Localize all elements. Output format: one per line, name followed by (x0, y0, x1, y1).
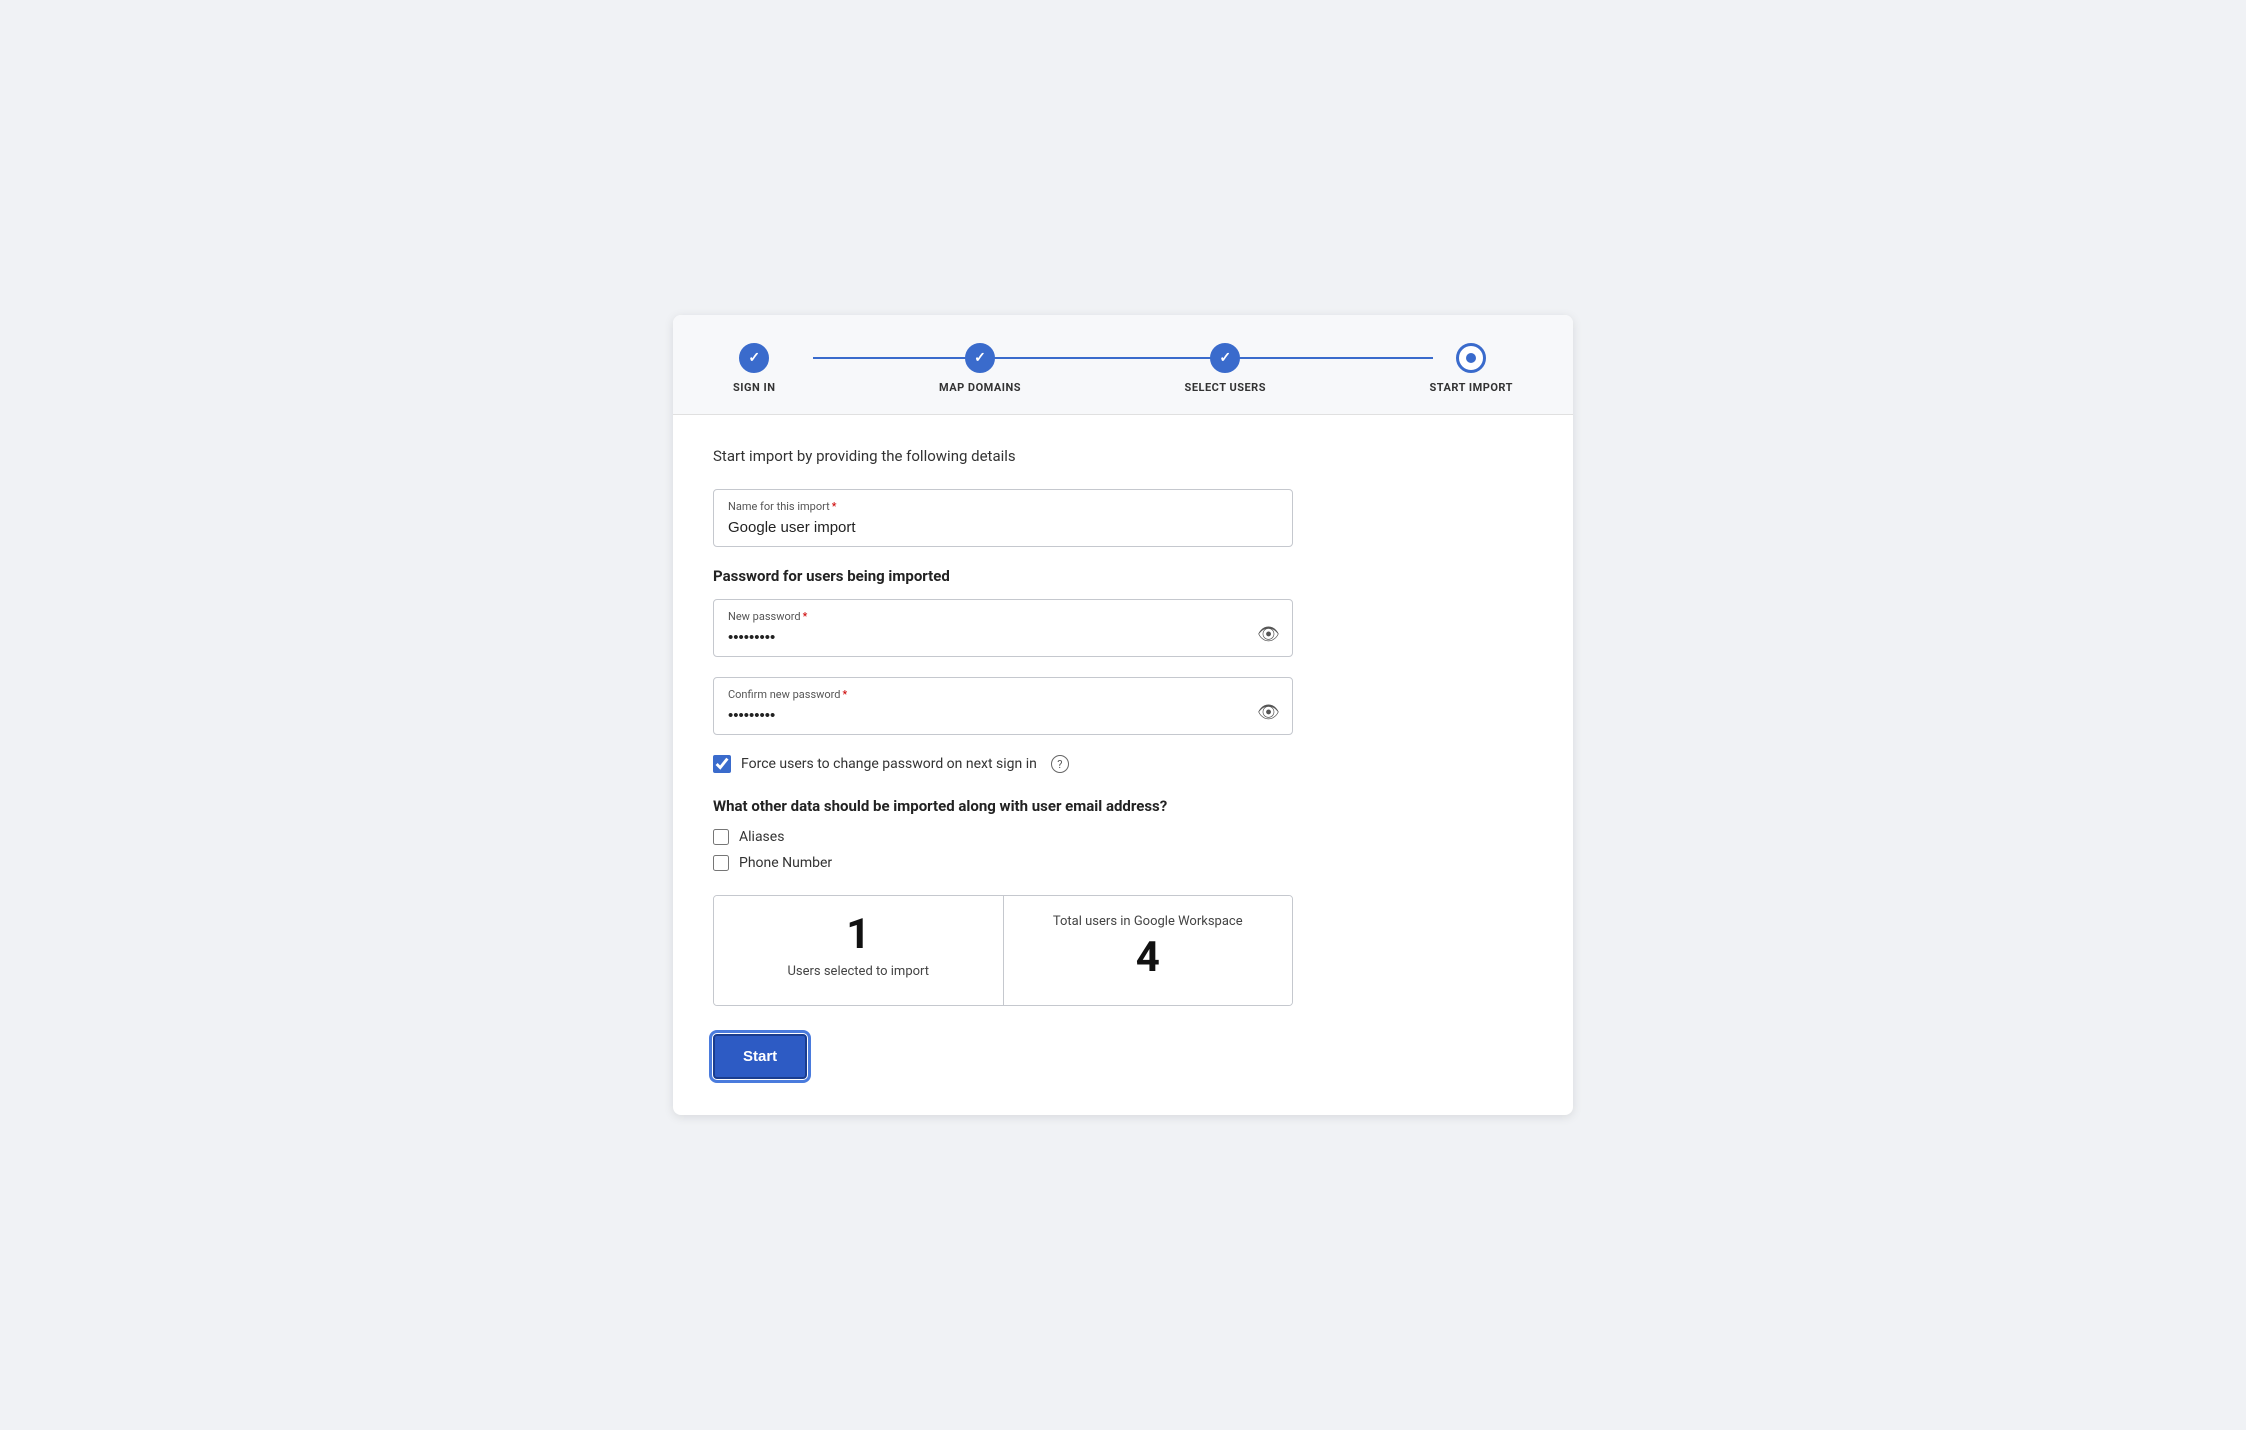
force-change-label: Force users to change password on next s… (741, 756, 1037, 772)
step-map-domains: ✓ MAP DOMAINS (939, 343, 1021, 394)
step-select-users: ✓ SELECT USERS (1185, 343, 1266, 394)
main-container: ✓ SIGN IN ✓ MAP DOMAINS ✓ SELECT USERS S… (673, 315, 1573, 1115)
toggle-confirm-password-button[interactable]: 👁 (1257, 702, 1280, 723)
step-sign-in: ✓ SIGN IN (733, 343, 775, 394)
import-name-group: Name for this import* (713, 489, 1533, 547)
step-circle-start-import (1456, 343, 1486, 373)
toggle-new-password-button[interactable]: 👁 (1257, 624, 1280, 645)
aliases-row: Aliases (713, 829, 1533, 845)
step-label-map-domains: MAP DOMAINS (939, 381, 1021, 394)
total-workspace-count: 4 (1024, 937, 1273, 979)
new-password-group: New password* 👁 (713, 599, 1533, 657)
new-password-label: New password* (728, 610, 1278, 623)
import-name-field: Name for this import* (713, 489, 1293, 547)
content-area: Start import by providing the following … (673, 415, 1573, 1115)
confirm-password-label: Confirm new password* (728, 688, 1278, 701)
new-password-input[interactable] (728, 629, 1278, 646)
phone-label: Phone Number (739, 855, 832, 871)
users-selected-label: Users selected to import (734, 964, 983, 979)
phone-checkbox[interactable] (713, 855, 729, 871)
eye-icon-confirm: 👁 (1257, 702, 1280, 722)
stepper-line (813, 357, 1433, 359)
stepper: ✓ SIGN IN ✓ MAP DOMAINS ✓ SELECT USERS S… (673, 315, 1573, 415)
aliases-checkbox[interactable] (713, 829, 729, 845)
data-question: What other data should be imported along… (713, 797, 1533, 815)
intro-text: Start import by providing the following … (713, 447, 1533, 465)
phone-row: Phone Number (713, 855, 1533, 871)
password-section-title: Password for users being imported (713, 567, 1533, 585)
stats-row: 1 Users selected to import Total users i… (713, 895, 1293, 1006)
step-label-sign-in: SIGN IN (733, 381, 775, 394)
step-label-start-import: START IMPORT (1430, 381, 1513, 394)
import-name-input[interactable] (728, 519, 1278, 536)
confirm-password-group: Confirm new password* 👁 (713, 677, 1533, 735)
force-change-checkbox[interactable] (713, 755, 731, 773)
eye-icon-new: 👁 (1257, 624, 1280, 644)
users-selected-count: 1 (734, 914, 983, 956)
required-star-pw: * (803, 610, 808, 623)
checkmark-sign-in: ✓ (748, 350, 760, 366)
total-workspace-box: Total users in Google Workspace 4 (1004, 896, 1293, 1005)
force-change-row: Force users to change password on next s… (713, 755, 1533, 773)
import-name-label: Name for this import* (728, 500, 1278, 513)
step-circle-sign-in: ✓ (739, 343, 769, 373)
aliases-label: Aliases (739, 829, 784, 845)
confirm-password-input[interactable] (728, 707, 1278, 724)
checkmark-map-domains: ✓ (974, 350, 986, 366)
checkmark-select-users: ✓ (1219, 350, 1231, 366)
active-dot (1466, 353, 1476, 363)
required-star-name: * (832, 500, 837, 513)
required-star-cpw: * (843, 688, 848, 701)
users-selected-box: 1 Users selected to import (714, 896, 1004, 1005)
start-button[interactable]: Start (713, 1034, 807, 1079)
new-password-field: New password* 👁 (713, 599, 1293, 657)
step-circle-map-domains: ✓ (965, 343, 995, 373)
confirm-password-field: Confirm new password* 👁 (713, 677, 1293, 735)
step-label-select-users: SELECT USERS (1185, 381, 1266, 394)
help-icon[interactable]: ? (1051, 755, 1069, 773)
step-circle-select-users: ✓ (1210, 343, 1240, 373)
total-workspace-label: Total users in Google Workspace (1024, 914, 1273, 929)
step-start-import: START IMPORT (1430, 343, 1513, 394)
